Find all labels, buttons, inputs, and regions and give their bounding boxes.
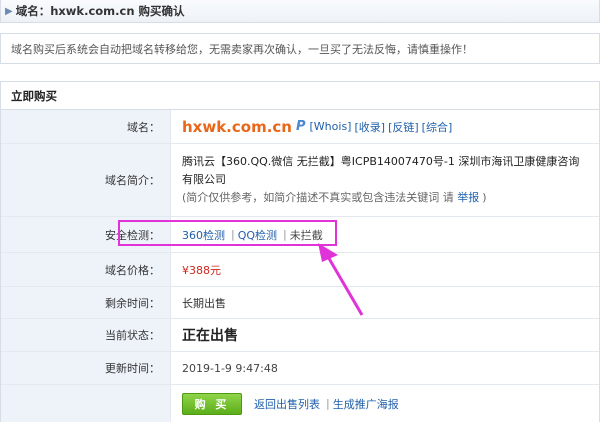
page-title: 域名：hxwk.com.cn 购买确认 [15, 4, 185, 18]
panel-title: 立即购买 [1, 82, 599, 110]
label-remaining: 剩余时间： [1, 287, 171, 318]
domain-name: hxwk.com.cn [182, 117, 292, 136]
remaining-value: 长期出售 [182, 296, 226, 310]
label-actions [1, 385, 171, 422]
index-link[interactable]: [收录] [354, 119, 385, 135]
label-state: 当前状态： [1, 319, 171, 351]
row-remaining: 剩余时间： 长期出售 [1, 287, 599, 319]
intro-note: (简介仅供参考，如简介描述不真实或包含违法关键词 请 举报) [182, 191, 487, 204]
buy-button[interactable]: 购 买 [182, 392, 242, 415]
label-security: 安全检测： [1, 217, 171, 252]
page-title-bar: ▶ 域名：hxwk.com.cn 购买确认 [0, 0, 600, 23]
row-updated: 更新时间： 2019-1-9 9:47:48 [1, 352, 599, 385]
separator: | [283, 228, 287, 241]
label-price: 域名价格： [1, 253, 171, 286]
check-qq-link[interactable]: QQ检测 [238, 227, 277, 243]
security-status: 未拦截 [289, 228, 323, 242]
row-security: 安全检测： 360检测 | QQ检测 | 未拦截 [1, 217, 599, 253]
generate-poster-link[interactable]: 生成推广海报 [333, 396, 399, 412]
back-to-list-link[interactable]: 返回出售列表 [254, 396, 320, 412]
label-updated: 更新时间： [1, 352, 171, 384]
separator: | [231, 228, 235, 241]
updated-value: 2019-1-9 9:47:48 [182, 361, 278, 375]
purchase-notice: 域名购买后系统会自动把域名转移给您，无需卖家再次确认，一旦买了无法反悔，请慎重操… [0, 33, 600, 64]
state-value: 正在出售 [182, 328, 238, 344]
p-icon[interactable]: P [296, 119, 306, 134]
overview-link[interactable]: [综合] [422, 119, 453, 135]
label-intro: 域名简介： [1, 144, 171, 216]
separator: | [326, 397, 330, 410]
buy-panel: 立即购买 域名： hxwk.com.cn P [Whois] [收录] [反链]… [0, 81, 600, 422]
row-state: 当前状态： 正在出售 [1, 319, 599, 352]
intro-text: 腾讯云【360.QQ.微信 无拦截】粤ICPB14007470号-1 深圳市海讯… [182, 155, 580, 186]
price-value: ¥388元 [182, 263, 221, 277]
row-intro: 域名简介： 腾讯云【360.QQ.微信 无拦截】粤ICPB14007470号-1… [1, 144, 599, 217]
row-domain: 域名： hxwk.com.cn P [Whois] [收录] [反链] [综合] [1, 110, 599, 144]
row-actions: 购 买 返回出售列表 | 生成推广海报 [1, 385, 599, 422]
backlink-link[interactable]: [反链] [388, 119, 419, 135]
chevron-right-icon: ▶ [5, 5, 13, 17]
whois-link[interactable]: [Whois] [310, 120, 352, 133]
label-domain: 域名： [1, 110, 171, 143]
row-price: 域名价格： ¥388元 [1, 253, 599, 287]
check-360-link[interactable]: 360检测 [182, 227, 225, 243]
report-link[interactable]: 举报 [457, 191, 479, 204]
